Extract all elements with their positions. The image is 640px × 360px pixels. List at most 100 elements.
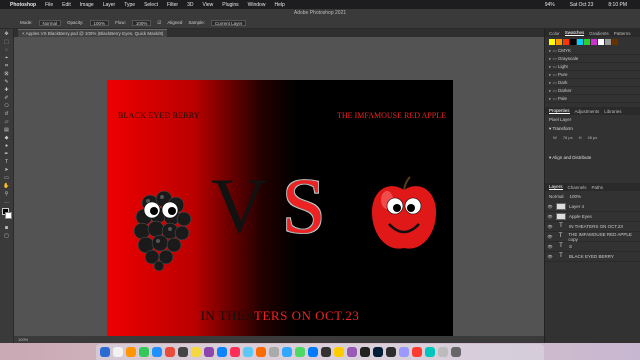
swatch-color[interactable] [549, 39, 555, 45]
tab-adjustments[interactable]: Adjustments [575, 109, 600, 114]
visibility-eye-icon[interactable]: 👁 [547, 214, 553, 219]
visibility-eye-icon[interactable]: 👁 [547, 254, 553, 259]
eraser-tool-icon[interactable]: ▱ [3, 119, 11, 125]
flow-field[interactable]: 100% [131, 19, 152, 26]
healing-tool-icon[interactable]: ✚ [3, 87, 11, 93]
aligned-checkbox[interactable]: ☑ [157, 20, 161, 26]
width-field[interactable]: 76 px [563, 135, 573, 140]
align-section[interactable]: ▾ Align and Distribute [545, 141, 640, 163]
visibility-eye-icon[interactable]: 👁 [547, 234, 553, 239]
dock-app-icon[interactable] [386, 347, 396, 357]
background-color[interactable] [5, 212, 12, 219]
menu-file[interactable]: File [45, 2, 53, 8]
dock-app-icon[interactable] [295, 347, 305, 357]
crop-tool-icon[interactable]: ⌗ [3, 63, 11, 69]
swatch-color[interactable] [591, 39, 597, 45]
dock-app-icon[interactable] [256, 347, 266, 357]
swatch-color[interactable] [577, 39, 583, 45]
dock-app-icon[interactable] [399, 347, 409, 357]
lasso-tool-icon[interactable]: ◌ [3, 47, 11, 53]
document-tab[interactable]: × Apples VS BlackBerry.psd @ 100% (Black… [18, 29, 168, 37]
dock-app-icon[interactable] [334, 347, 344, 357]
menu-view[interactable]: View [203, 2, 214, 8]
swatch-folder[interactable]: Pale [545, 95, 640, 103]
swatch-color[interactable] [612, 39, 618, 45]
zoom-tool-icon[interactable]: ⚲ [3, 191, 11, 197]
dock-app-icon[interactable] [321, 347, 331, 357]
time-status[interactable]: 8:10 PM [608, 2, 627, 8]
swatch-color[interactable] [556, 39, 562, 45]
height-field[interactable]: 45 px [587, 135, 597, 140]
swatch-color[interactable] [598, 39, 604, 45]
dock-app-icon[interactable] [178, 347, 188, 357]
swatch-folder[interactable]: Pure [545, 71, 640, 79]
layer-row[interactable]: 👁 T THE IMFAMOUSE RED APPLE copy [545, 232, 640, 242]
visibility-eye-icon[interactable]: 👁 [547, 244, 553, 249]
hand-tool-icon[interactable]: ✋ [3, 183, 11, 189]
layer-row[interactable]: 👁 Apple Eyes [545, 212, 640, 222]
layer-row[interactable]: 👁 T IN THEATERS ON OCT.23 [545, 222, 640, 232]
frame-tool-icon[interactable]: ⊠ [3, 71, 11, 77]
dock-app-icon[interactable] [438, 347, 448, 357]
tab-channels[interactable]: Channels [568, 185, 587, 190]
menu-plugins[interactable]: Plugins [222, 2, 238, 8]
opacity-field[interactable]: 100% [89, 19, 110, 26]
screen-mode-icon[interactable]: ▢ [3, 233, 11, 239]
tab-libraries[interactable]: Libraries [604, 109, 621, 114]
type-tool-icon[interactable]: T [3, 159, 11, 165]
shape-tool-icon[interactable]: ▭ [3, 175, 11, 181]
blur-tool-icon[interactable]: ◆ [3, 135, 11, 141]
tab-gradients[interactable]: Gradients [589, 31, 609, 36]
quick-select-tool-icon[interactable]: ⌖ [3, 55, 11, 61]
menu-layer[interactable]: Layer [103, 2, 116, 8]
battery-status[interactable]: 94% [545, 2, 555, 8]
dodge-tool-icon[interactable]: ● [3, 143, 11, 149]
menu-filter[interactable]: Filter [167, 2, 178, 8]
swatch-folder[interactable]: Grayscale [545, 55, 640, 63]
swatch-folder[interactable]: Dark [545, 79, 640, 87]
gradient-tool-icon[interactable]: ▤ [3, 127, 11, 133]
menu-app-name[interactable]: Photoshop [10, 2, 36, 8]
color-swatches[interactable] [2, 208, 12, 222]
move-tool-icon[interactable]: ✥ [3, 31, 11, 37]
pen-tool-icon[interactable]: ✒ [3, 151, 11, 157]
quick-mask-icon[interactable]: ◙ [3, 225, 11, 231]
dock-app-icon[interactable] [425, 347, 435, 357]
tab-layers[interactable]: Layers [549, 184, 563, 190]
dock-app-icon[interactable] [152, 347, 162, 357]
dock-app-icon[interactable] [100, 347, 110, 357]
menu-help[interactable]: Help [274, 2, 284, 8]
menu-edit[interactable]: Edit [62, 2, 71, 8]
menu-type[interactable]: Type [124, 2, 135, 8]
mode-select[interactable]: Normal [38, 19, 62, 26]
dock-app-icon[interactable] [191, 347, 201, 357]
swatch-folder[interactable]: CMYK [545, 47, 640, 55]
menu-3d[interactable]: 3D [187, 2, 193, 8]
blend-mode-select[interactable]: Normal [549, 194, 564, 199]
dock-app-icon[interactable] [204, 347, 214, 357]
dock-app-icon[interactable] [373, 347, 383, 357]
tab-properties[interactable]: Properties [549, 108, 570, 114]
dock-app-icon[interactable] [113, 347, 123, 357]
dock-app-icon[interactable] [126, 347, 136, 357]
layer-row[interactable]: 👁 T S [545, 242, 640, 252]
dock-app-icon[interactable] [360, 347, 370, 357]
visibility-eye-icon[interactable]: 👁 [547, 204, 553, 209]
dock-app-icon[interactable] [165, 347, 175, 357]
menu-window[interactable]: Window [248, 2, 266, 8]
dock-app-icon[interactable] [243, 347, 253, 357]
menu-image[interactable]: Image [80, 2, 94, 8]
eyedropper-tool-icon[interactable]: ✎ [3, 79, 11, 85]
dock-app-icon[interactable] [451, 347, 461, 357]
swatch-color[interactable] [605, 39, 611, 45]
layer-row[interactable]: 👁 T BLACK EYED BERRY [545, 252, 640, 262]
history-brush-tool-icon[interactable]: ↺ [3, 111, 11, 117]
brush-tool-icon[interactable]: ✐ [3, 95, 11, 101]
dock-app-icon[interactable] [308, 347, 318, 357]
dock-app-icon[interactable] [139, 347, 149, 357]
visibility-eye-icon[interactable]: 👁 [547, 224, 553, 229]
path-select-tool-icon[interactable]: ➤ [3, 167, 11, 173]
date-status[interactable]: Sat Oct 23 [570, 2, 594, 8]
layer-row[interactable]: 👁 Layer 4 [545, 202, 640, 212]
menu-select[interactable]: Select [144, 2, 158, 8]
